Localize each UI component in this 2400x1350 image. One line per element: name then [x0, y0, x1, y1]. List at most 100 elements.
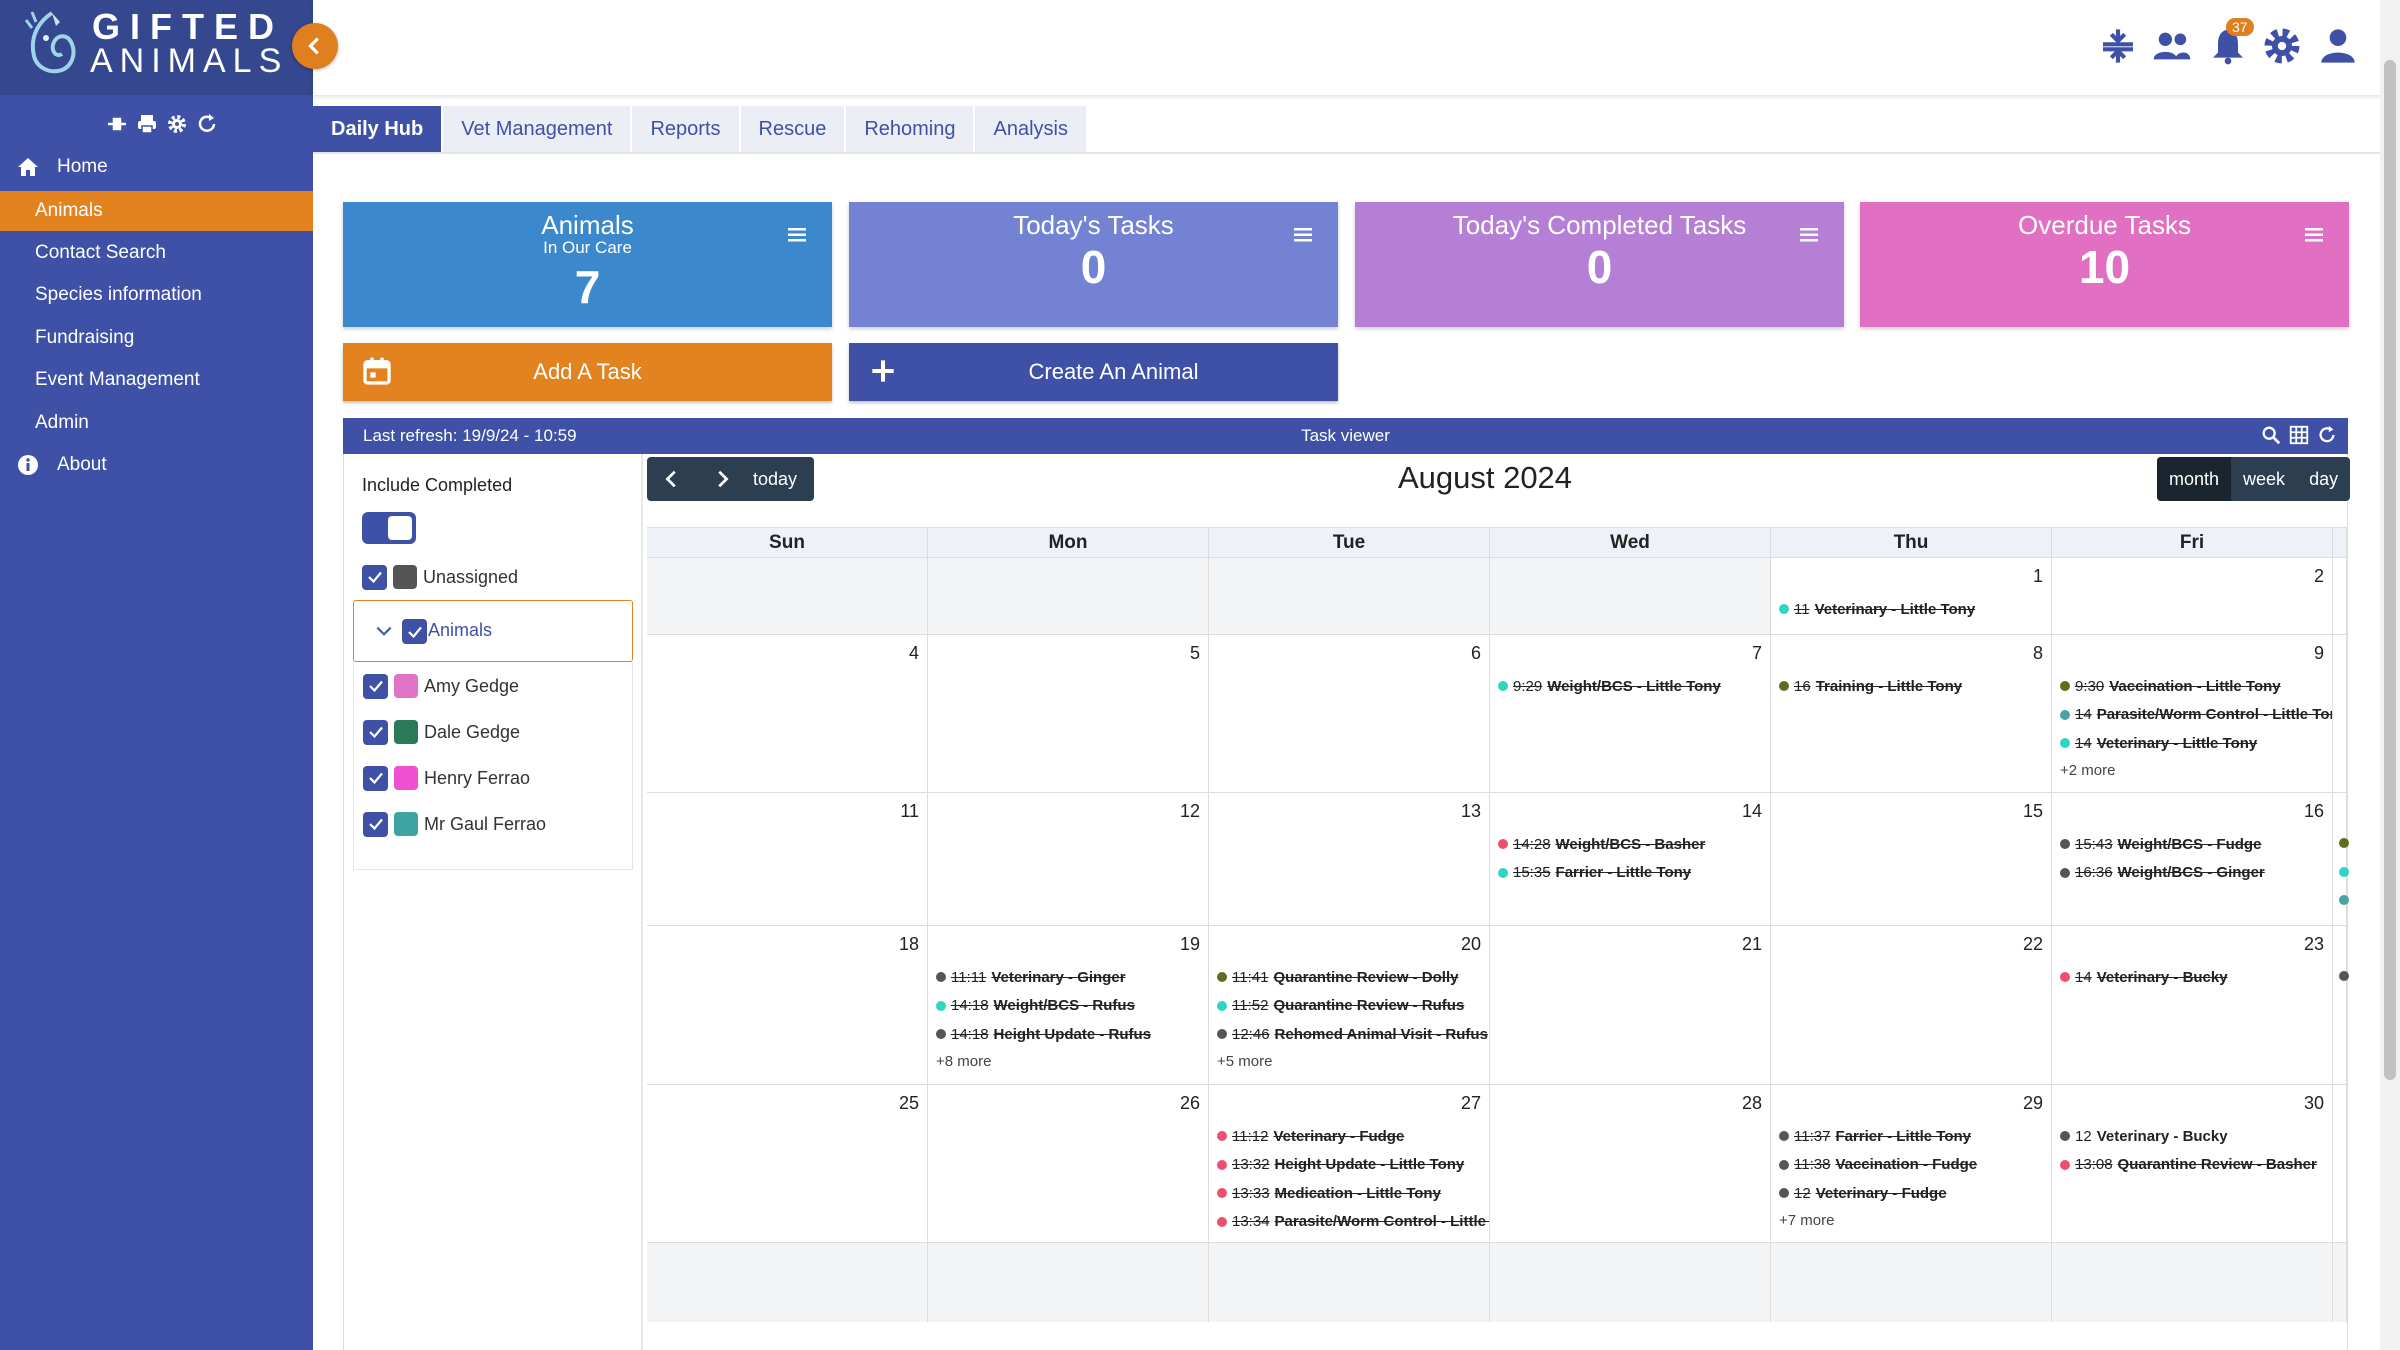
calendar-day-cell[interactable]: 21: [1490, 925, 1771, 1084]
calendar-day-cell[interactable]: 30 12 Veterinary - Bucky 13:08 Quarantine Re…: [2052, 1084, 2333, 1242]
calendar-event[interactable]: 11:11 Veterinary - Ginger: [936, 966, 1208, 988]
calendar-event[interactable]: 16:36 Weight/BCS - Ginger: [2060, 862, 2332, 884]
calendar-event[interactable]: 15:43 Weight/BCS - Fudge: [2060, 833, 2332, 855]
sidebar-item-species-information[interactable]: Species information: [0, 275, 313, 315]
filter-person-dale-gedge[interactable]: Dale Gedge: [363, 718, 520, 746]
calendar-day-cell[interactable]: 27 11:12 Veterinary - Fudge 13:32 Height Upd…: [1209, 1084, 1490, 1242]
scrollbar-thumb[interactable]: [2384, 60, 2396, 1080]
calendar-day-cell[interactable]: 12: [928, 792, 1209, 925]
checkbox[interactable]: [363, 765, 388, 791]
checkbox[interactable]: [402, 619, 427, 644]
calendar-event[interactable]: 11:12 Veterinary - Fudge: [1217, 1125, 1489, 1147]
add-task-button[interactable]: Add A Task: [343, 343, 832, 401]
day-number[interactable]: 7: [1752, 643, 1762, 664]
card-animals-in-care[interactable]: Animals In Our Care 7: [343, 202, 832, 327]
filter-person-henry-ferrao[interactable]: Henry Ferrao: [363, 764, 530, 792]
card-todays-completed-tasks[interactable]: Today's Completed Tasks 0: [1355, 202, 1844, 327]
calendar-day-cell[interactable]: 16 15:43 Weight/BCS - Fudge 16:36 Weight/BCS…: [2052, 792, 2333, 925]
view-day-button[interactable]: day: [2297, 457, 2350, 501]
day-number[interactable]: 6: [1471, 643, 1481, 664]
calendar-event[interactable]: 13:08 Quarantine Review - Basher: [2060, 1154, 2332, 1176]
include-completed-toggle[interactable]: [362, 512, 416, 544]
calendar-event[interactable]: 14 Parasite/Worm Control - Little Tony: [2060, 704, 2332, 726]
calendar-day-cell[interactable]: [647, 557, 928, 634]
today-button[interactable]: today: [747, 457, 797, 501]
sidebar-item-animals[interactable]: Animals: [0, 191, 313, 231]
checkbox[interactable]: [362, 564, 387, 590]
calendar-event[interactable]: 14 Veterinary - Little Tony: [2060, 732, 2332, 754]
day-number[interactable]: 22: [2023, 934, 2043, 955]
calendar-event[interactable]: 11:52 Quarantine Review - Rufus: [1217, 995, 1489, 1017]
search-icon[interactable]: [2260, 424, 2282, 446]
tab-reports[interactable]: Reports: [632, 106, 739, 152]
calendar-event[interactable]: 14:28 Weight/BCS - Basher: [1498, 833, 1770, 855]
checkbox[interactable]: [363, 811, 388, 837]
calendar-day-cell[interactable]: 2: [2052, 557, 2333, 634]
print-icon[interactable]: [135, 112, 159, 136]
sidebar-item-event-management[interactable]: Event Management: [0, 360, 313, 400]
calendar-event[interactable]: 11:37 Farrier - Little Tony: [1779, 1125, 2051, 1147]
day-number[interactable]: 28: [1742, 1093, 1762, 1114]
users-icon[interactable]: [2152, 26, 2192, 66]
filter-person-amy-gedge[interactable]: Amy Gedge: [363, 672, 519, 700]
calendar-day-cell[interactable]: [928, 557, 1209, 634]
more-events-link[interactable]: +2 more: [2060, 762, 2115, 779]
calendar-day-cell[interactable]: 20 11:41 Quarantine Review - Dolly 11:52 Qua…: [1209, 925, 1490, 1084]
calendar-day-cell[interactable]: 1 11 Veterinary - Little Tony: [1771, 557, 2052, 634]
calendar-day-cell[interactable]: 29 11:37 Farrier - Little Tony 11:38 Vaccina…: [1771, 1084, 2052, 1242]
sidebar-item-admin[interactable]: Admin: [0, 403, 313, 443]
calendar-event[interactable]: 13:33 Medication - Little Tony: [1217, 1182, 1489, 1204]
sidebar-item-fundraising[interactable]: Fundraising: [0, 318, 313, 358]
tab-rehoming[interactable]: Rehoming: [846, 106, 974, 152]
tab-analysis[interactable]: Analysis: [975, 106, 1086, 152]
calendar-event[interactable]: 12 Veterinary - Bucky: [2060, 1125, 2332, 1147]
day-number[interactable]: 20: [1461, 934, 1481, 955]
day-number[interactable]: 2: [2314, 566, 2324, 587]
calendar-day-cell[interactable]: 5: [928, 634, 1209, 792]
day-number[interactable]: 4: [909, 643, 919, 664]
prev-month-button[interactable]: [647, 457, 697, 501]
create-animal-button[interactable]: Create An Animal: [849, 343, 1338, 401]
calendar-day-cell[interactable]: 11: [647, 792, 928, 925]
filter-person-mr-gaul-ferrao[interactable]: Mr Gaul Ferrao: [363, 810, 546, 838]
day-number[interactable]: 12: [1180, 801, 1200, 822]
calendar-event[interactable]: 13:32 Height Update - Little Tony: [1217, 1154, 1489, 1176]
chevron-down-icon[interactable]: [374, 621, 394, 641]
day-number[interactable]: 1: [2033, 566, 2043, 587]
calendar-day-cell[interactable]: [1209, 557, 1490, 634]
calendar-day-cell[interactable]: 15: [1771, 792, 2052, 925]
compress-icon[interactable]: [2098, 26, 2138, 66]
calendar-day-cell[interactable]: [1490, 557, 1771, 634]
checkbox[interactable]: [363, 719, 388, 745]
day-number[interactable]: 21: [1742, 934, 1762, 955]
day-number[interactable]: 14: [1742, 801, 1762, 822]
refresh-icon[interactable]: [2316, 424, 2338, 446]
pin-icon[interactable]: [105, 112, 129, 136]
day-number[interactable]: 29: [2023, 1093, 2043, 1114]
calendar-day-cell[interactable]: 9 9:30 Vaccination - Little Tony 14 Parasite…: [2052, 634, 2333, 792]
grid-icon[interactable]: [2288, 424, 2310, 446]
day-number[interactable]: 23: [2304, 934, 2324, 955]
calendar-day-cell[interactable]: 25: [647, 1084, 928, 1242]
day-number[interactable]: 8: [2033, 643, 2043, 664]
calendar-day-cell[interactable]: 22: [1771, 925, 2052, 1084]
tab-vet-management[interactable]: Vet Management: [443, 106, 631, 152]
card-todays-tasks[interactable]: Today's Tasks 0: [849, 202, 1338, 327]
calendar-day-cell[interactable]: 13: [1209, 792, 1490, 925]
hamburger-menu-icon[interactable]: [1294, 228, 1312, 242]
checkbox[interactable]: [363, 673, 388, 699]
day-number[interactable]: 9: [2314, 643, 2324, 664]
gear-icon[interactable]: [165, 112, 189, 136]
sidebar-item-contact-search[interactable]: Contact Search: [0, 233, 313, 273]
calendar-day-cell[interactable]: 8 16 Training - Little Tony: [1771, 634, 2052, 792]
day-number[interactable]: 15: [2023, 801, 2043, 822]
calendar-event[interactable]: 11:38 Vaccination - Fudge: [1779, 1154, 2051, 1176]
page-scrollbar[interactable]: [2380, 0, 2400, 1350]
next-month-button[interactable]: [697, 457, 747, 501]
day-number[interactable]: 11: [900, 801, 919, 822]
user-profile-icon[interactable]: [2318, 26, 2358, 66]
filter-unassigned[interactable]: Unassigned: [362, 563, 518, 591]
tab-rescue[interactable]: Rescue: [740, 106, 845, 152]
calendar-day-cell[interactable]: 26: [928, 1084, 1209, 1242]
day-number[interactable]: 19: [1180, 934, 1200, 955]
